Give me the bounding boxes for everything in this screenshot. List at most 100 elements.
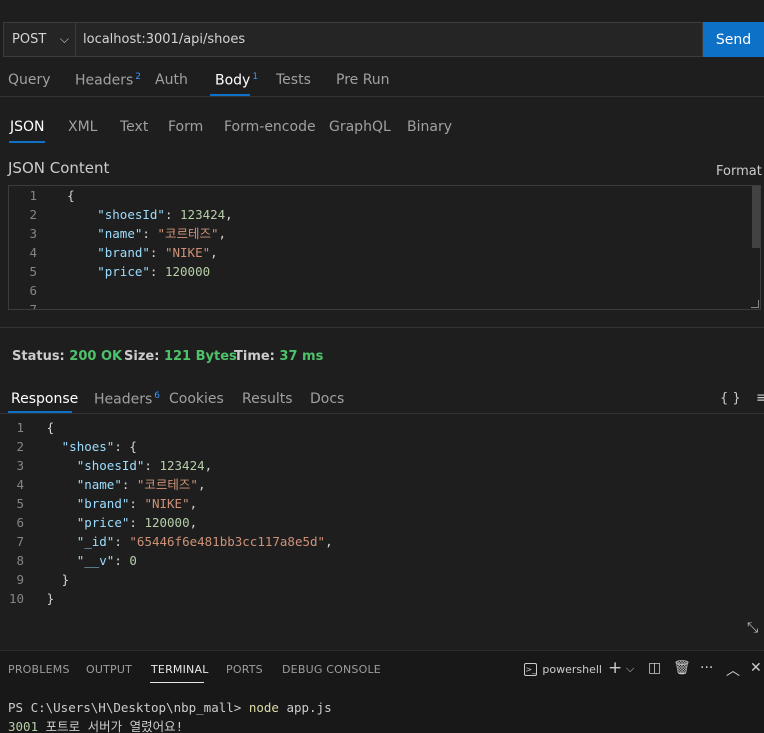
- code-line: 10 }: [0, 589, 54, 608]
- tab-label: Body: [215, 72, 251, 89]
- tab-label: Tests: [276, 72, 311, 88]
- divider: [0, 96, 764, 97]
- send-button[interactable]: Send: [703, 22, 764, 57]
- line-number: 1: [16, 420, 24, 435]
- body-tab-graphql[interactable]: GraphQL: [329, 119, 391, 135]
- line-number: 6: [16, 515, 24, 530]
- panel-tab-output[interactable]: OUTPUT: [86, 663, 132, 676]
- tab-cookies[interactable]: Cookies: [169, 391, 224, 407]
- menu-icon[interactable]: ≡: [756, 390, 764, 406]
- tab-response[interactable]: Response: [11, 391, 78, 407]
- tab-response-headers[interactable]: Headers 6: [94, 391, 160, 408]
- expand-icon[interactable]: ⤡: [747, 620, 758, 636]
- tab-label: Pre Run: [336, 72, 390, 88]
- chevron-down-icon[interactable]: ⌵: [626, 662, 634, 676]
- terminal-selector[interactable]: >_ powershell: [524, 658, 602, 680]
- body-tab-form-encode[interactable]: Form-encode: [224, 119, 316, 135]
- code-text: {: [67, 188, 75, 203]
- line-number: 1: [29, 188, 37, 203]
- json-value: "NIKE": [164, 245, 211, 260]
- json-key: "__v": [76, 553, 115, 568]
- maximize-panel-icon[interactable]: ︿: [726, 660, 740, 680]
- line-number: 7: [16, 534, 24, 549]
- tab-label: Response: [11, 391, 79, 407]
- tab-auth[interactable]: Auth: [155, 72, 188, 88]
- panel-tab-debug-console[interactable]: DEBUG CONSOLE: [282, 663, 381, 676]
- close-icon[interactable]: ✕: [750, 660, 762, 676]
- size-indicator: Size: 121 Bytes: [124, 349, 237, 364]
- method-select[interactable]: POST ⌵: [3, 22, 75, 57]
- body-tab-text[interactable]: Text: [120, 119, 148, 135]
- body-tab-json[interactable]: JSON: [10, 119, 45, 135]
- trash-icon[interactable]: 🗑: [673, 660, 691, 676]
- tab-docs[interactable]: Docs: [310, 391, 344, 407]
- json-key: "shoes": [61, 439, 115, 454]
- url-value: localhost:3001/api/shoes: [83, 32, 246, 47]
- body-tab-binary[interactable]: Binary: [407, 119, 452, 135]
- tab-label: Results: [242, 391, 293, 407]
- url-input[interactable]: localhost:3001/api/shoes: [75, 22, 703, 57]
- json-key: "shoesId": [97, 207, 165, 222]
- json-value: "코르테즈": [136, 477, 198, 492]
- url-bar: POST ⌵ localhost:3001/api/shoes Send: [0, 22, 764, 57]
- size-value: 121 Bytes: [163, 349, 237, 364]
- tab-label: Headers: [94, 391, 153, 408]
- code-line: 2 "shoes": {: [0, 437, 136, 456]
- tab-label: Docs: [310, 391, 345, 407]
- json-value: "NIKE": [144, 496, 190, 511]
- add-terminal-icon[interactable]: +: [608, 658, 622, 678]
- line-number: 8: [16, 553, 24, 568]
- tab-body[interactable]: Body 1: [215, 72, 258, 89]
- tab-pre-run[interactable]: Pre Run: [336, 72, 390, 88]
- json-value: "코르테즈": [157, 226, 219, 241]
- more-icon[interactable]: ···: [700, 660, 713, 676]
- line-number: 2: [16, 439, 24, 454]
- json-comma: ,: [189, 496, 198, 511]
- time-label: Time:: [234, 349, 275, 364]
- line-number: 5: [29, 264, 37, 279]
- json-key: "price": [97, 264, 150, 279]
- json-comma: ,: [197, 477, 206, 492]
- line-number: 3: [16, 458, 24, 473]
- tab-query[interactable]: Query: [8, 72, 51, 88]
- tab-tests[interactable]: Tests: [276, 72, 311, 88]
- json-comma: ,: [210, 245, 218, 260]
- json-value: 0: [129, 553, 137, 568]
- response-body-viewer: 1 {2 "shoes": {3 "shoesId": 123424, 4 "na…: [0, 416, 764, 616]
- request-body-editor[interactable]: 1 { 2 "shoesId": 123424, 3 "name": "코르테즈…: [8, 185, 761, 310]
- code-line: 6 "price": 120000,: [0, 513, 197, 532]
- code-line: 7 "_id": "65446f6e481bb3cc117a8e5d",: [0, 532, 332, 551]
- active-tab-indicator: [9, 141, 45, 143]
- tab-results[interactable]: Results: [242, 391, 293, 407]
- resize-grip-icon[interactable]: [751, 300, 759, 308]
- json-comma: ,: [218, 226, 227, 241]
- shell-name: powershell: [542, 662, 602, 676]
- code-line: 7: [9, 300, 37, 309]
- panel-tab-ports[interactable]: PORTS: [226, 663, 263, 676]
- editor-scrollbar[interactable]: [752, 186, 760, 248]
- tab-headers[interactable]: Headers 2: [75, 72, 141, 89]
- json-value: 120000: [144, 515, 190, 530]
- json-content-label: JSON Content: [8, 159, 110, 177]
- panel-tab-problems[interactable]: PROBLEMS: [8, 663, 70, 676]
- line-number: 2: [29, 207, 37, 222]
- body-tab-form[interactable]: Form: [168, 119, 203, 135]
- body-tab-xml[interactable]: XML: [68, 119, 97, 135]
- code-text: }: [61, 572, 70, 587]
- status-value: 200 OK: [69, 349, 123, 364]
- code-line: 5 "price": 120000: [9, 262, 210, 281]
- tab-label: Cookies: [169, 391, 224, 407]
- json-key: "brand": [97, 245, 150, 260]
- json-key: "shoesId": [76, 458, 145, 473]
- line-number: 9: [16, 572, 24, 587]
- braces-icon[interactable]: { }: [720, 391, 741, 406]
- panel-tab-terminal[interactable]: TERMINAL: [151, 663, 209, 676]
- divider: [0, 413, 764, 414]
- format-button[interactable]: Format: [716, 164, 762, 179]
- time-indicator: Time: 37 ms: [234, 349, 323, 364]
- split-terminal-icon[interactable]: ◫: [648, 660, 661, 676]
- code-text: {: [46, 420, 55, 435]
- headers-count-badge: 6: [154, 391, 161, 401]
- json-comma: ,: [204, 458, 213, 473]
- terminal-command: node: [248, 700, 279, 715]
